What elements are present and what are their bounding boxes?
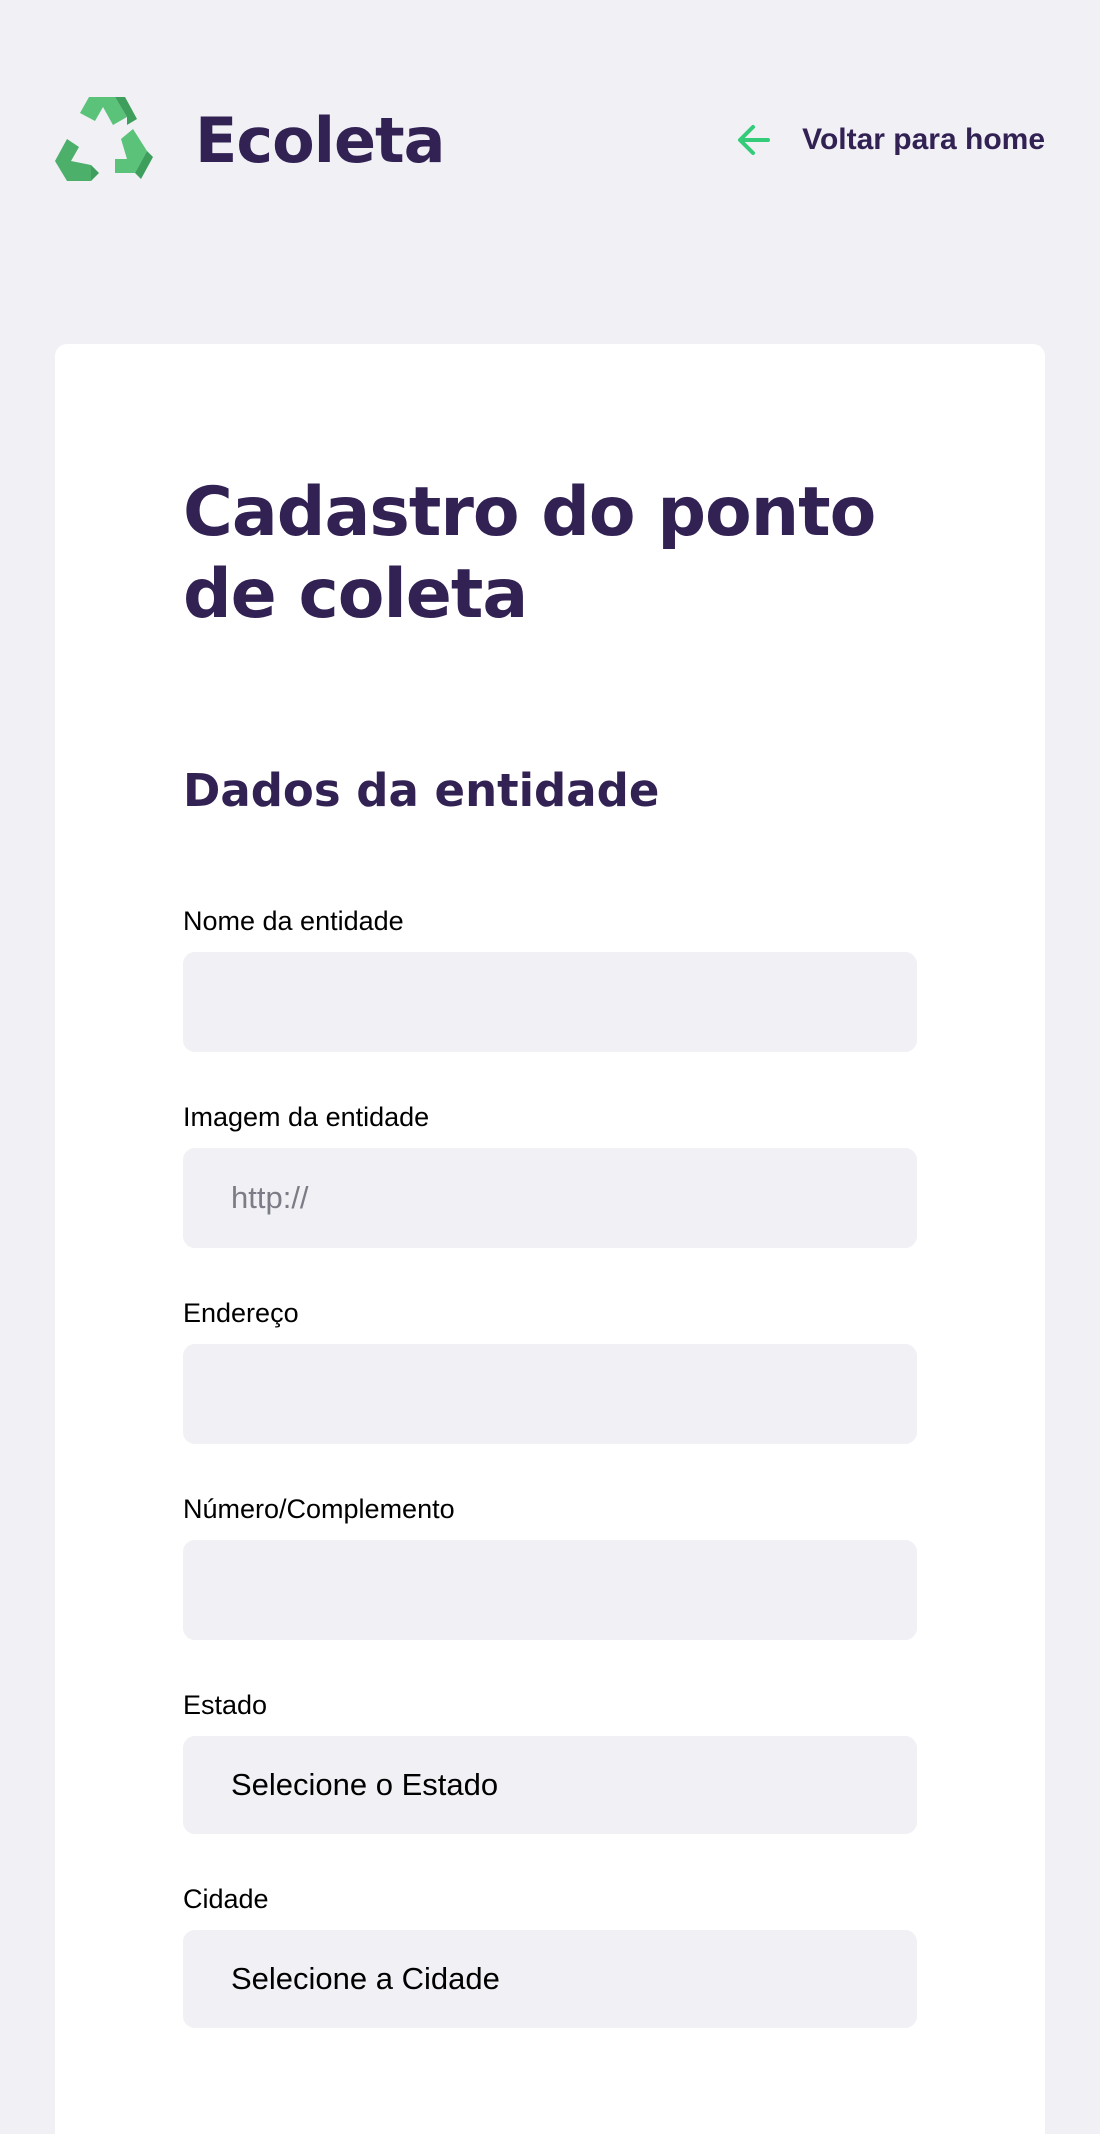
state-select-value: Selecione o Estado (231, 1767, 499, 1802)
field-address: Endereço (183, 1294, 917, 1444)
city-select-value: Selecione a Cidade (231, 1961, 500, 1996)
arrow-left-icon (738, 125, 771, 155)
entity-image-label: Imagem da entidade (183, 1102, 430, 1132)
recycle-icon (55, 97, 153, 181)
entity-name-label: Nome da entidade (183, 906, 404, 936)
page: Ecoleta Voltar para home Cadastro do pon… (0, 0, 1100, 2134)
page-title: Cadastro do ponto de coleta (183, 473, 876, 634)
header: Ecoleta Voltar para home (55, 95, 1045, 185)
brand[interactable]: Ecoleta (55, 95, 445, 185)
section-title-entity: Dados da entidade (183, 764, 660, 817)
back-link-label: Voltar para home (802, 123, 1045, 156)
address-input[interactable] (183, 1344, 917, 1444)
back-to-home-link[interactable]: Voltar para home (734, 120, 1045, 160)
field-entity-image: Imagem da entidade (183, 1098, 917, 1248)
city-select[interactable]: Selecione a Cidade (183, 1930, 917, 2028)
form-card: Cadastro do ponto de coleta Dados da ent… (55, 344, 1045, 2134)
entity-name-input[interactable] (183, 952, 917, 1052)
field-city: Cidade Selecione a Cidade (183, 1880, 917, 2028)
number-input[interactable] (183, 1540, 917, 1640)
city-label: Cidade (183, 1884, 269, 1914)
brand-name: Ecoleta (195, 103, 445, 177)
field-number: Número/Complemento (183, 1490, 917, 1640)
field-entity-name: Nome da entidade (183, 902, 917, 1052)
state-label: Estado (183, 1690, 268, 1720)
entity-image-input[interactable] (183, 1148, 917, 1248)
number-label: Número/Complemento (183, 1494, 455, 1524)
field-state: Estado Selecione o Estado (183, 1686, 917, 1834)
state-select[interactable]: Selecione o Estado (183, 1736, 917, 1834)
address-label: Endereço (183, 1298, 299, 1328)
